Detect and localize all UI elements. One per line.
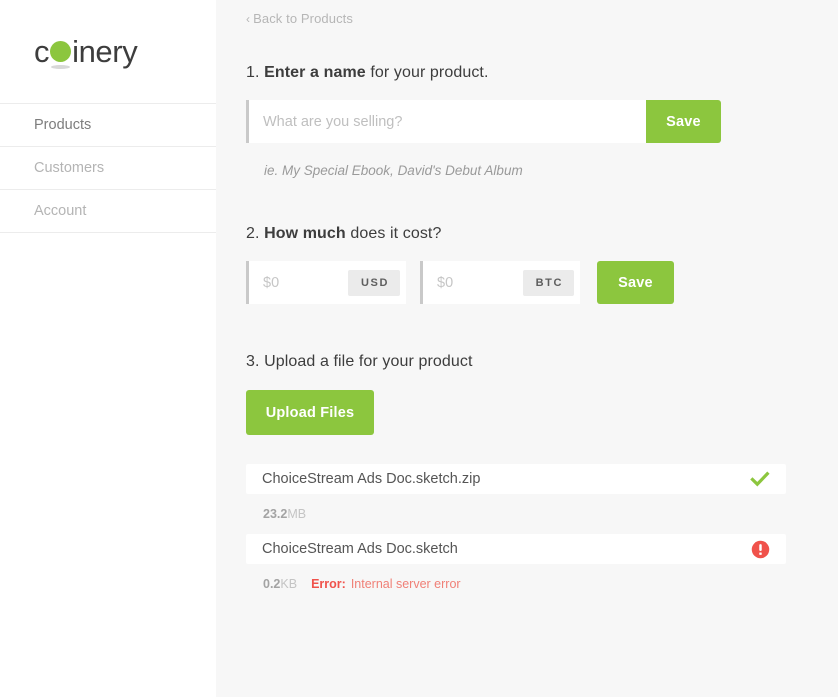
- logo-text-after: inery: [72, 34, 138, 69]
- save-name-button[interactable]: Save: [646, 100, 721, 143]
- back-link-label: Back to Products: [253, 11, 353, 26]
- product-name-input[interactable]: [249, 100, 646, 143]
- step1-bold: Enter a name: [264, 64, 366, 81]
- file-meta: 0.2 KB Error: Internal server error: [246, 564, 786, 604]
- red-alert-icon[interactable]: [751, 540, 770, 559]
- file-meta: 23.2 MB: [246, 494, 786, 534]
- price-fields-spacer: [406, 261, 420, 304]
- file-name: ChoiceStream Ads Doc.sketch.zip: [262, 471, 481, 487]
- file-card[interactable]: ChoiceStream Ads Doc.sketch: [246, 534, 786, 564]
- file-size-number: 23.2: [263, 507, 288, 521]
- price-btc-input[interactable]: [423, 261, 523, 304]
- price-usd-field[interactable]: USD: [246, 261, 406, 304]
- sidebar-item-customers[interactable]: Customers: [0, 147, 216, 190]
- logo-text: c inery: [34, 34, 138, 69]
- file-card[interactable]: ChoiceStream Ads Doc.sketch.zip: [246, 464, 786, 494]
- brand-logo[interactable]: c inery: [0, 0, 216, 103]
- chevron-left-icon: ‹: [246, 12, 251, 26]
- save-price-button[interactable]: Save: [597, 261, 674, 304]
- uploaded-file-list: ChoiceStream Ads Doc.sketch.zip 23.2 MB C…: [246, 464, 786, 604]
- sidebar: c inery Products Customers Account: [0, 0, 216, 697]
- step2-bold: How much: [264, 225, 346, 242]
- price-btc-field[interactable]: BTC: [420, 261, 580, 304]
- upload-files-button[interactable]: Upload Files: [246, 390, 374, 435]
- file-size-unit: KB: [280, 577, 298, 591]
- currency-badge-usd: USD: [347, 269, 400, 296]
- price-row: USD BTC Save: [246, 261, 838, 304]
- step2-rest: does it cost?: [350, 225, 442, 242]
- file-error-label: Error:: [311, 577, 346, 591]
- file-size-unit: MB: [287, 507, 307, 521]
- step2-title: 2. How much does it cost?: [246, 225, 838, 243]
- main-content: ‹ Back to Products 1. Enter a name for yo…: [216, 0, 838, 697]
- price-usd-input[interactable]: [249, 261, 348, 304]
- logo-text-before: c: [34, 34, 50, 69]
- step3-rest: Upload a file for your product: [264, 353, 473, 370]
- step1-title: 1. Enter a name for your product.: [246, 64, 838, 82]
- file-name: ChoiceStream Ads Doc.sketch: [262, 541, 458, 557]
- file-item-error: ChoiceStream Ads Doc.sketch 0.2 KB Error:…: [246, 534, 786, 604]
- green-circle-o-icon: [50, 41, 72, 69]
- currency-badge-btc: BTC: [522, 269, 574, 296]
- step3-title: 3. Upload a file for your product: [246, 353, 838, 371]
- product-name-hint: ie. My Special Ebook, David's Debut Albu…: [264, 163, 523, 178]
- product-name-field[interactable]: [246, 100, 646, 143]
- sidebar-item-products[interactable]: Products: [0, 104, 216, 147]
- sidebar-nav: Products Customers Account: [0, 103, 216, 233]
- step2-number: 2.: [246, 225, 260, 242]
- step1-number: 1.: [246, 64, 260, 81]
- file-item-success: ChoiceStream Ads Doc.sketch.zip 23.2 MB: [246, 464, 786, 534]
- file-size-number: 0.2: [263, 577, 281, 591]
- back-to-products-link[interactable]: ‹ Back to Products: [246, 11, 353, 26]
- sidebar-item-account[interactable]: Account: [0, 190, 216, 233]
- step1-rest: for your product.: [370, 64, 489, 81]
- green-check-icon: [750, 471, 770, 487]
- step3-number: 3.: [246, 353, 260, 370]
- file-error-message: Internal server error: [350, 577, 461, 591]
- app-root: c inery Products Customers Account ‹ Back …: [0, 0, 838, 697]
- product-name-row: Save: [246, 100, 721, 143]
